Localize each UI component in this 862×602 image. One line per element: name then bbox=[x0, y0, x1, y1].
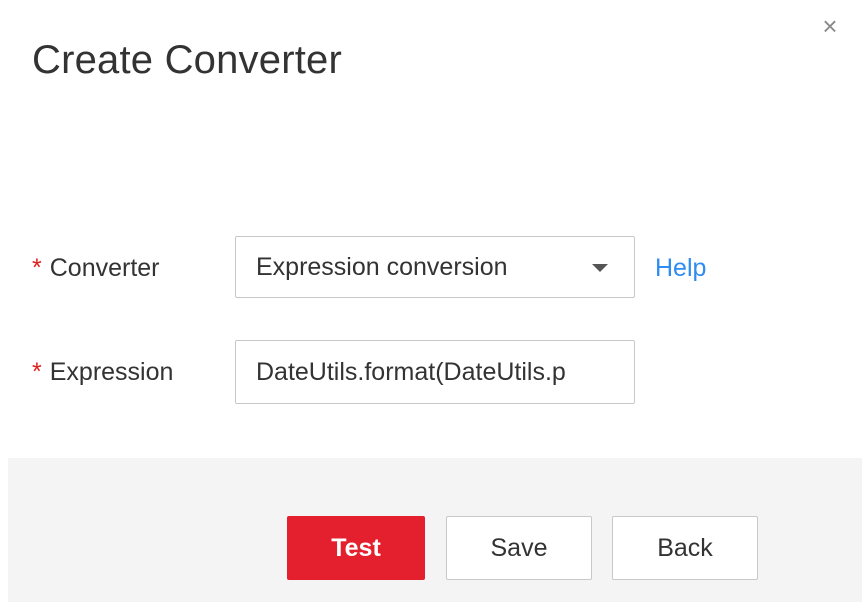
help-link[interactable]: Help bbox=[655, 236, 706, 300]
back-button[interactable]: Back bbox=[612, 516, 758, 580]
save-button[interactable]: Save bbox=[446, 516, 592, 580]
expression-input[interactable]: DateUtils.format(DateUtils.p bbox=[235, 340, 635, 404]
converter-select[interactable]: Expression conversion bbox=[235, 236, 635, 298]
converter-row: * Converter Expression conversion Help bbox=[0, 236, 862, 300]
expression-row: * Expression DateUtils.format(DateUtils.… bbox=[0, 340, 862, 404]
dialog-footer: Test Save Back bbox=[8, 458, 862, 602]
close-icon[interactable]: × bbox=[818, 13, 842, 39]
converter-select-value: Expression conversion bbox=[256, 252, 508, 281]
expression-label: * Expression bbox=[32, 340, 173, 404]
required-marker: * bbox=[32, 357, 42, 386]
dialog-title: Create Converter bbox=[32, 38, 342, 82]
chevron-down-icon bbox=[592, 264, 608, 272]
converter-label-text: Converter bbox=[49, 253, 160, 282]
required-marker: * bbox=[32, 253, 42, 282]
converter-label: * Converter bbox=[32, 236, 160, 300]
expression-label-text: Expression bbox=[49, 357, 174, 386]
test-button[interactable]: Test bbox=[287, 516, 425, 580]
create-converter-dialog: × Create Converter * Converter Expressio… bbox=[0, 0, 862, 602]
